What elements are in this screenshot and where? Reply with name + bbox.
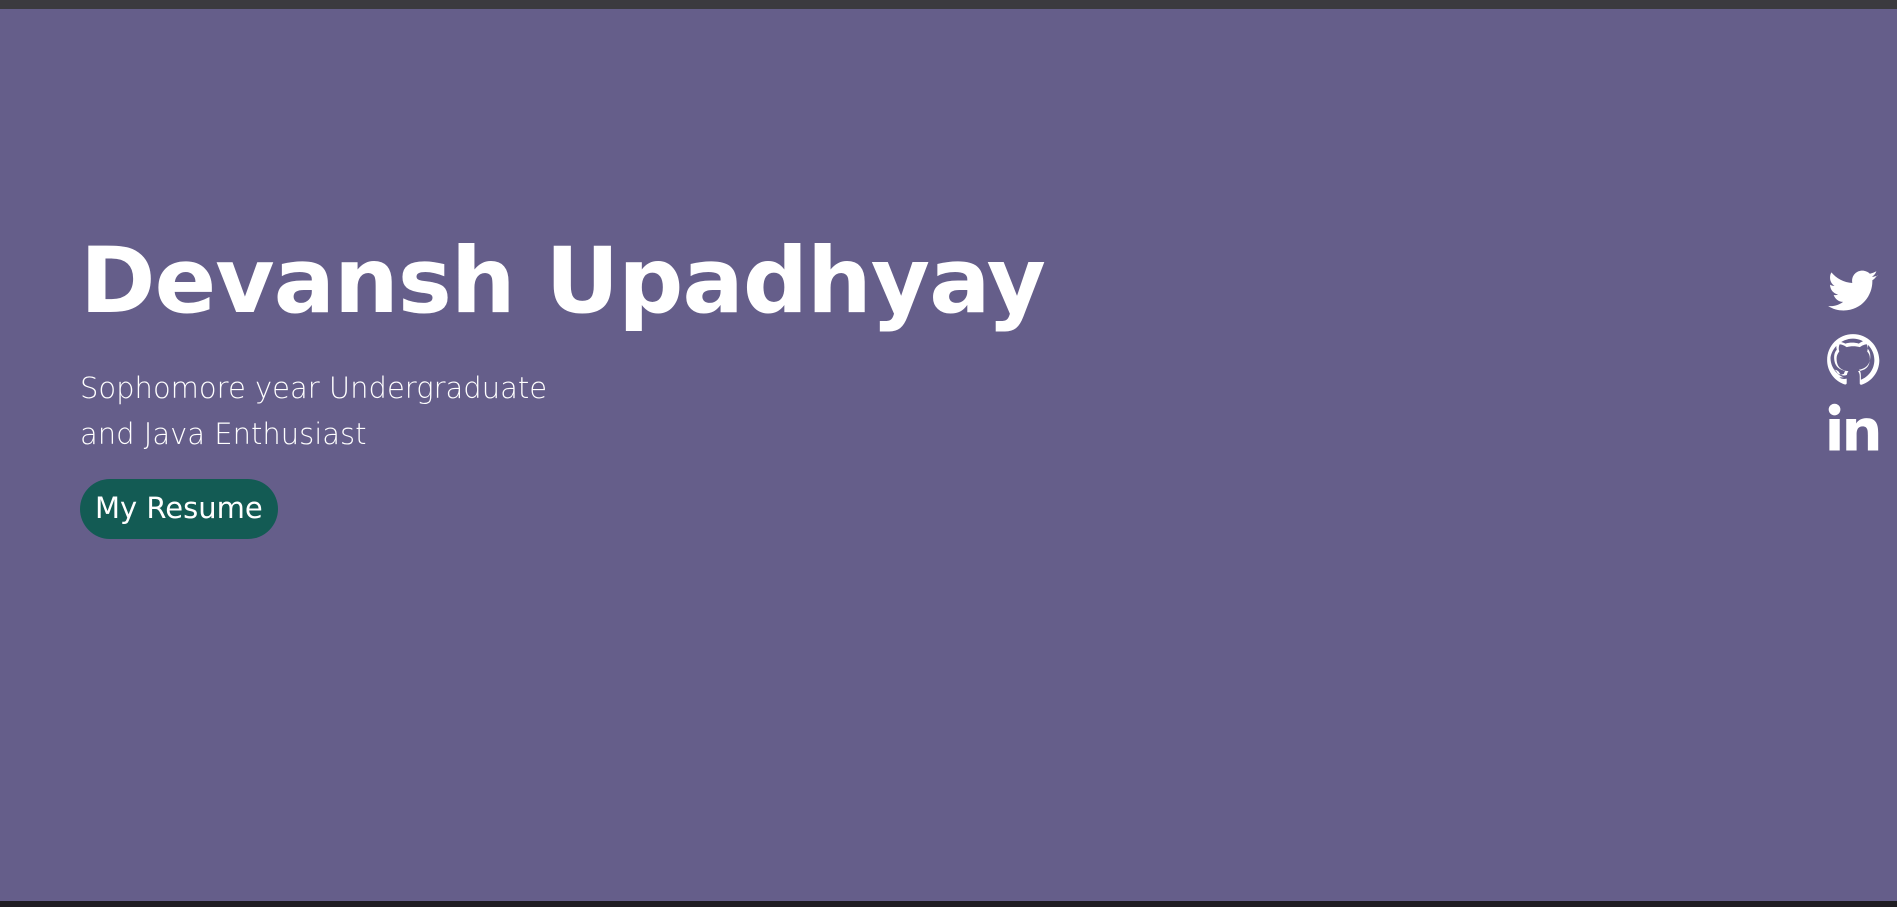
linkedin-icon <box>1826 401 1880 455</box>
resume-button[interactable]: My Resume <box>80 479 278 539</box>
github-icon <box>1826 333 1880 387</box>
hero-subtitle: Sophomore year Undergraduate and Java En… <box>80 371 548 451</box>
twitter-link[interactable] <box>1826 265 1880 319</box>
browser-top-bar <box>0 0 1897 9</box>
hero-section: Devansh Upadhyay Sophomore year Undergra… <box>0 9 1897 901</box>
twitter-icon <box>1826 265 1880 319</box>
social-links <box>1826 265 1880 469</box>
hero-content: Devansh Upadhyay Sophomore year Undergra… <box>80 227 1046 539</box>
linkedin-link[interactable] <box>1826 401 1880 455</box>
browser-bottom-bar <box>0 901 1897 907</box>
github-link[interactable] <box>1826 333 1880 387</box>
hero-name: Devansh Upadhyay <box>80 229 1046 334</box>
